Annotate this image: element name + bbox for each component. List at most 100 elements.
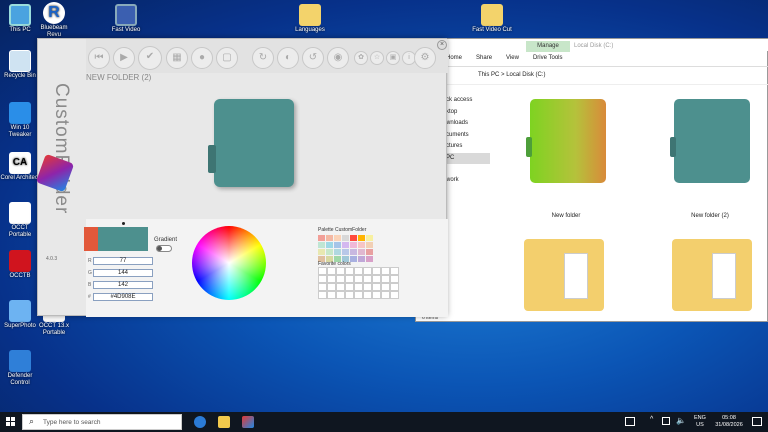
favorite-color-slot[interactable]: [372, 291, 381, 299]
grid-icon[interactable]: ▦: [166, 47, 188, 69]
close-icon[interactable]: ×: [437, 40, 447, 50]
desktop-icon-bluebeam[interactable]: R Bluebeam Revu: [34, 2, 74, 39]
clock[interactable]: 05:08 31/08/2026: [712, 415, 746, 429]
desktop-icon-win10-tweaker[interactable]: Win 10 Tweaker: [0, 102, 40, 139]
nav-item-pictures[interactable]: ctures: [446, 141, 506, 153]
desktop-icon-recycle-bin[interactable]: Recycle Bin: [0, 50, 40, 80]
action-center-icon[interactable]: [752, 417, 762, 426]
taskbar-search-box[interactable]: ⌕ Type here to search: [22, 414, 182, 430]
file-explorer-icon[interactable]: [218, 416, 230, 428]
palette-swatch[interactable]: [358, 242, 365, 248]
palette-swatch[interactable]: [342, 242, 349, 248]
favorite-color-slot[interactable]: [327, 283, 336, 291]
breadcrumb-local-disk[interactable]: Local Disk (C:): [506, 72, 545, 78]
palette-swatch[interactable]: [326, 242, 333, 248]
favorite-color-slot[interactable]: [381, 275, 390, 283]
palette-swatch[interactable]: [334, 242, 341, 248]
desktop-icon-defender-control[interactable]: Defender Control: [0, 350, 40, 387]
folder-item[interactable]: [672, 235, 752, 311]
folder-item[interactable]: [524, 235, 604, 311]
palette-swatch[interactable]: [326, 235, 333, 241]
start-windows-icon[interactable]: [6, 417, 16, 427]
desktop-icon-occtb[interactable]: OCCTB: [0, 250, 40, 280]
tray-notification-icon[interactable]: [625, 417, 635, 426]
palette-swatch[interactable]: [334, 235, 341, 241]
save-icon[interactable]: ▣: [386, 51, 400, 65]
favorite-color-slot[interactable]: [318, 267, 327, 275]
favorite-color-slot[interactable]: [390, 291, 399, 299]
network-icon[interactable]: [662, 417, 670, 425]
apply-check-icon[interactable]: ✔: [138, 46, 162, 70]
palette-swatch[interactable]: [334, 249, 341, 255]
blue-input[interactable]: 142: [93, 281, 153, 289]
tab-drive-tools[interactable]: Drive Tools: [533, 55, 563, 61]
favorite-color-slot[interactable]: [327, 275, 336, 283]
customfolder-taskbar-icon[interactable]: [242, 416, 254, 428]
palette-swatch[interactable]: [318, 249, 325, 255]
palette-swatch[interactable]: [358, 235, 365, 241]
favorite-color-slot[interactable]: [354, 283, 363, 291]
green-input[interactable]: 144: [93, 269, 153, 277]
favorite-color-slot[interactable]: [345, 267, 354, 275]
palette-swatch[interactable]: [350, 249, 357, 255]
favorite-color-slot[interactable]: [363, 291, 372, 299]
tab-share[interactable]: Share: [476, 55, 492, 61]
favorite-color-slot[interactable]: [381, 267, 390, 275]
red-input[interactable]: 77: [93, 257, 153, 265]
camera-icon[interactable]: ◉: [327, 47, 349, 69]
palette-swatch[interactable]: [366, 242, 373, 248]
refresh-icon[interactable]: ↻: [252, 47, 274, 69]
favorite-color-slot[interactable]: [390, 267, 399, 275]
tab-view[interactable]: View: [506, 55, 519, 61]
favorite-color-slot[interactable]: [363, 275, 372, 283]
palette-swatch[interactable]: [358, 256, 365, 262]
first-icon[interactable]: ⏮: [88, 47, 110, 69]
favorite-color-slot[interactable]: [372, 275, 381, 283]
square-icon[interactable]: ▢: [216, 47, 238, 69]
favorite-color-slot[interactable]: [390, 283, 399, 291]
favorite-color-slot[interactable]: [318, 291, 327, 299]
favorite-color-slot[interactable]: [336, 267, 345, 275]
breadcrumb[interactable]: This PC > Local Disk (C:): [478, 72, 546, 78]
desktop-icon-languages[interactable]: Languages: [290, 4, 330, 34]
color-wheel[interactable]: [192, 226, 266, 300]
favorite-color-slot[interactable]: [363, 283, 372, 291]
favorite-color-slot[interactable]: [354, 267, 363, 275]
gradient-toggle[interactable]: [156, 245, 172, 252]
desktop-icon-corel-architect[interactable]: CA Corel Architect: [0, 152, 40, 182]
current-color-swatch[interactable]: [98, 227, 148, 251]
hex-input[interactable]: #4D908E: [93, 293, 153, 301]
favorite-color-slot[interactable]: [336, 291, 345, 299]
chevron-up-icon[interactable]: ^: [650, 416, 653, 423]
favorite-color-slot[interactable]: [345, 275, 354, 283]
nav-item-desktop[interactable]: ktop: [446, 107, 506, 119]
settings-gear-icon[interactable]: ⚙: [414, 47, 436, 69]
palette-icon[interactable]: ◐: [277, 47, 299, 69]
palette-swatch[interactable]: [350, 242, 357, 248]
play-icon[interactable]: ▶: [113, 47, 135, 69]
nav-item-this-pc[interactable]: PC: [446, 152, 490, 164]
favorite-color-slot[interactable]: [381, 291, 390, 299]
favorite-color-slot[interactable]: [372, 283, 381, 291]
favorite-color-slot[interactable]: [318, 275, 327, 283]
favorite-color-slot[interactable]: [345, 291, 354, 299]
favorite-color-slot[interactable]: [354, 291, 363, 299]
star-icon[interactable]: ☆: [370, 51, 384, 65]
previous-color-swatch[interactable]: [84, 227, 98, 251]
favorite-color-slot[interactable]: [390, 275, 399, 283]
favorite-color-slot[interactable]: [372, 267, 381, 275]
palette-swatch[interactable]: [326, 249, 333, 255]
nav-item-documents[interactable]: cuments: [446, 130, 506, 142]
color-wheel-icon[interactable]: ✿: [354, 51, 368, 65]
palette-swatch[interactable]: [342, 235, 349, 241]
favorite-color-slot[interactable]: [336, 275, 345, 283]
palette-swatch[interactable]: [350, 235, 357, 241]
language-indicator[interactable]: ENG US: [694, 415, 706, 429]
palette-swatch[interactable]: [366, 235, 373, 241]
desktop-icon-fast-video-cut[interactable]: Fast Video Cut: [472, 4, 512, 34]
breadcrumb-this-pc[interactable]: This PC: [478, 72, 499, 78]
favorite-color-slot[interactable]: [327, 267, 336, 275]
favorite-color-slot[interactable]: [345, 283, 354, 291]
desktop-icon-fast-video[interactable]: Fast Video: [106, 4, 146, 34]
edge-icon[interactable]: [194, 416, 206, 428]
